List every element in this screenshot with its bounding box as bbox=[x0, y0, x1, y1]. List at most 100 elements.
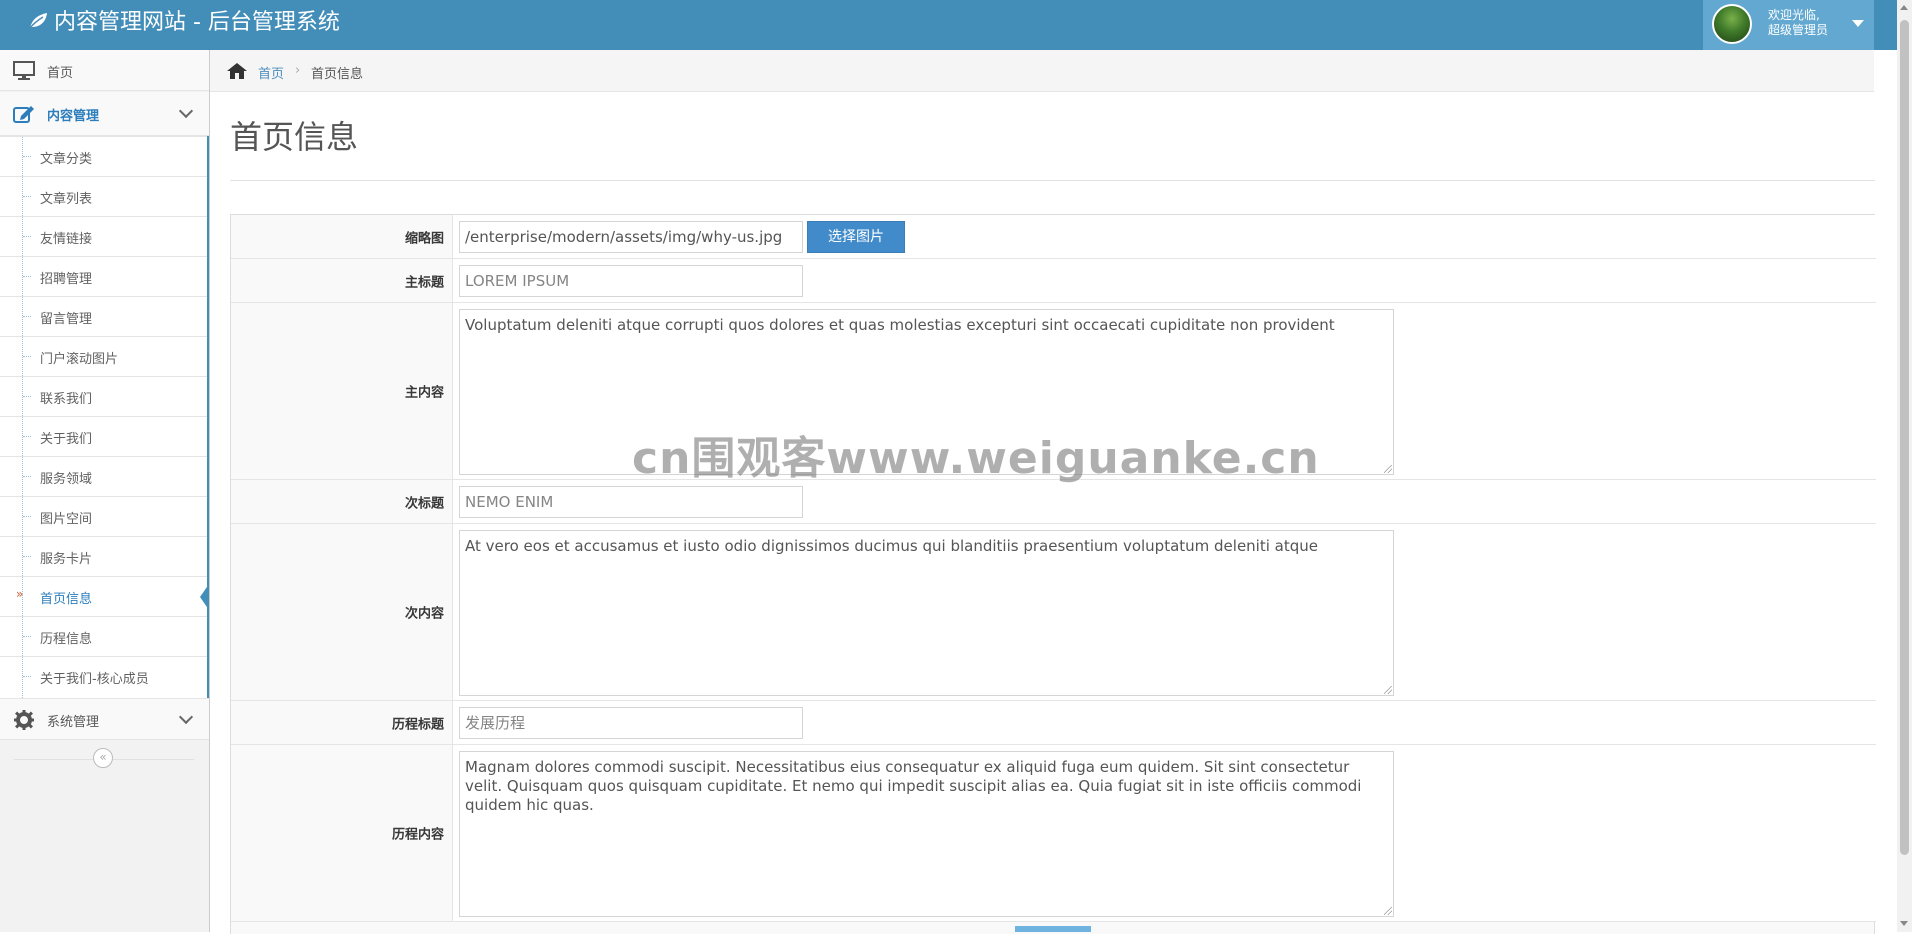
field-label: 缩略图 bbox=[404, 231, 444, 246]
field-label: 主标题 bbox=[404, 275, 444, 290]
breadcrumb-home-link[interactable]: 首页 bbox=[258, 63, 284, 82]
main-title-input[interactable]: LOREM IPSUM bbox=[459, 265, 803, 297]
field-cell: NEMO ENIM bbox=[453, 480, 1876, 523]
submenu-content: 文章分类 文章列表 友情链接 招聘管理 留言管理 门户滚动图片 联系我们 关于我… bbox=[0, 136, 209, 698]
sub-title-input[interactable]: NEMO ENIM bbox=[459, 486, 803, 518]
tree-branch bbox=[23, 676, 31, 677]
textarea-text: Magnam dolores commodi suscipit. Necessi… bbox=[465, 758, 1362, 814]
sidebar-item-recruitment[interactable]: 招聘管理 bbox=[0, 256, 207, 296]
scrollbar-thumb[interactable] bbox=[1900, 20, 1909, 855]
vertical-scrollbar[interactable] bbox=[1897, 0, 1912, 932]
tree-branch bbox=[23, 556, 31, 557]
edit-icon bbox=[13, 106, 34, 123]
label-cell: 次内容 bbox=[231, 524, 453, 700]
form-row-sub-title: 次标题 NEMO ENIM bbox=[231, 480, 1876, 524]
leaf-icon bbox=[28, 13, 47, 30]
brand-title: 内容管理网站 - 后台管理系统 bbox=[54, 10, 340, 35]
thumbnail-path-input[interactable]: /enterprise/modern/assets/img/why-us.jpg bbox=[459, 221, 803, 253]
label-cell: 历程内容 bbox=[231, 745, 453, 921]
sidebar-item-label: 历程信息 bbox=[40, 632, 93, 647]
sidebar-item-messages[interactable]: 留言管理 bbox=[0, 296, 207, 336]
history-title-input[interactable]: 发展历程 bbox=[459, 707, 803, 739]
sidebar-item-label: 服务领域 bbox=[40, 472, 93, 487]
sidebar-item-system-management[interactable]: 系统管理 bbox=[0, 698, 209, 740]
field-cell: At vero eos et accusamus et iusto odio d… bbox=[453, 524, 1876, 700]
sidebar-item-service-cards[interactable]: 服务卡片 bbox=[0, 536, 207, 576]
user-menu[interactable]: 欢迎光临, 超级管理员 bbox=[1703, 0, 1874, 50]
label-cell: 主标题 bbox=[231, 259, 453, 302]
sidebar-item-label: 内容管理 bbox=[47, 109, 100, 124]
sidebar-item-services[interactable]: 服务领域 bbox=[0, 456, 207, 496]
sidebar-item-carousel[interactable]: 门户滚动图片 bbox=[0, 336, 207, 376]
sub-content-textarea[interactable]: At vero eos et accusamus et iusto odio d… bbox=[459, 530, 1394, 696]
sidebar-item-label: 首页 bbox=[47, 66, 74, 81]
sidebar: 首页 内容管理 文章分类 文章列表 友情链接 招聘管理 留言管理 门户滚动图片 … bbox=[0, 50, 210, 932]
breadcrumb-separator: › bbox=[295, 63, 301, 78]
double-angle-right-icon: » bbox=[16, 587, 24, 601]
submit-button[interactable] bbox=[1015, 926, 1091, 932]
sidebar-item-label: 留言管理 bbox=[40, 312, 93, 327]
breadcrumb-current: 首页信息 bbox=[311, 67, 364, 82]
breadcrumb: 首页 › 首页信息 bbox=[210, 50, 1874, 92]
form-row-thumbnail: 缩略图 /enterprise/modern/assets/img/why-us… bbox=[231, 215, 1876, 259]
home-info-form: 缩略图 /enterprise/modern/assets/img/why-us… bbox=[230, 214, 1876, 934]
label-cell: 次标题 bbox=[231, 480, 453, 523]
scroll-down-icon[interactable] bbox=[1900, 921, 1908, 926]
page-title: 首页信息 bbox=[230, 118, 359, 156]
resize-grip-icon[interactable] bbox=[1384, 465, 1392, 473]
sidebar-item-label: 系统管理 bbox=[47, 715, 100, 730]
tree-branch bbox=[23, 316, 31, 317]
tree-branch bbox=[23, 636, 31, 637]
sidebar-item-label: 文章列表 bbox=[40, 192, 93, 207]
sidebar-item-about[interactable]: 关于我们 bbox=[0, 416, 207, 456]
select-image-button[interactable]: 选择图片 bbox=[807, 221, 905, 253]
brand[interactable]: 内容管理网站 - 后台管理系统 bbox=[28, 0, 340, 50]
chevron-down-icon bbox=[178, 709, 194, 725]
sidebar-item-core-members[interactable]: 关于我们-核心成员 bbox=[0, 656, 207, 696]
divider bbox=[230, 180, 1875, 181]
sidebar-item-history[interactable]: 历程信息 bbox=[0, 616, 207, 656]
resize-grip-icon[interactable] bbox=[1384, 686, 1392, 694]
sidebar-item-label: 关于我们-核心成员 bbox=[40, 672, 149, 687]
sidebar-item-images[interactable]: 图片空间 bbox=[0, 496, 207, 536]
history-content-textarea[interactable]: Magnam dolores commodi suscipit. Necessi… bbox=[459, 751, 1394, 917]
collapse-sidebar-button[interactable]: « bbox=[93, 748, 113, 768]
scroll-up-icon[interactable] bbox=[1900, 5, 1908, 10]
field-label: 历程内容 bbox=[391, 827, 444, 843]
user-role: 超级管理员 bbox=[1768, 23, 1829, 37]
sidebar-collapse-bar: « bbox=[0, 742, 209, 778]
sidebar-item-content-management[interactable]: 内容管理 bbox=[0, 92, 209, 136]
desktop-icon bbox=[13, 61, 35, 80]
user-info: 欢迎光临, 超级管理员 bbox=[1768, 8, 1828, 38]
active-pointer bbox=[200, 584, 209, 610]
welcome-text: 欢迎光临, bbox=[1768, 8, 1820, 22]
sidebar-item-label: 图片空间 bbox=[40, 512, 93, 527]
chevron-down-icon bbox=[178, 103, 194, 119]
field-cell: LOREM IPSUM bbox=[453, 259, 1876, 302]
sidebar-item-label: 门户滚动图片 bbox=[40, 352, 119, 367]
field-label: 历程标题 bbox=[391, 717, 444, 732]
label-cell: 缩略图 bbox=[231, 215, 453, 258]
sidebar-item-friend-links[interactable]: 友情链接 bbox=[0, 216, 207, 256]
tree-branch bbox=[23, 476, 31, 477]
resize-grip-icon[interactable] bbox=[1384, 907, 1392, 915]
sidebar-item-label: 联系我们 bbox=[40, 392, 93, 407]
top-navbar: 内容管理网站 - 后台管理系统 欢迎光临, 超级管理员 bbox=[0, 0, 1912, 50]
field-cell: 发展历程 bbox=[453, 701, 1876, 744]
tree-branch bbox=[23, 396, 31, 397]
sidebar-item-home[interactable]: 首页 bbox=[0, 50, 209, 91]
tree-branch bbox=[23, 276, 31, 277]
tree-branch bbox=[23, 356, 31, 357]
sidebar-item-article-category[interactable]: 文章分类 bbox=[0, 136, 207, 176]
sidebar-item-label: 友情链接 bbox=[40, 232, 93, 247]
sidebar-item-contact[interactable]: 联系我们 bbox=[0, 376, 207, 416]
tree-branch bbox=[23, 156, 31, 157]
form-row-history-title: 历程标题 发展历程 bbox=[231, 701, 1876, 745]
sidebar-item-home-info[interactable]: » 首页信息 bbox=[0, 576, 209, 616]
sidebar-item-article-list[interactable]: 文章列表 bbox=[0, 176, 207, 216]
field-label: 次内容 bbox=[404, 606, 444, 622]
sidebar-item-label: 首页信息 bbox=[40, 592, 93, 607]
label-cell: 主内容 bbox=[231, 303, 453, 479]
double-angle-left-icon: « bbox=[99, 750, 107, 764]
tree-branch bbox=[23, 196, 31, 197]
